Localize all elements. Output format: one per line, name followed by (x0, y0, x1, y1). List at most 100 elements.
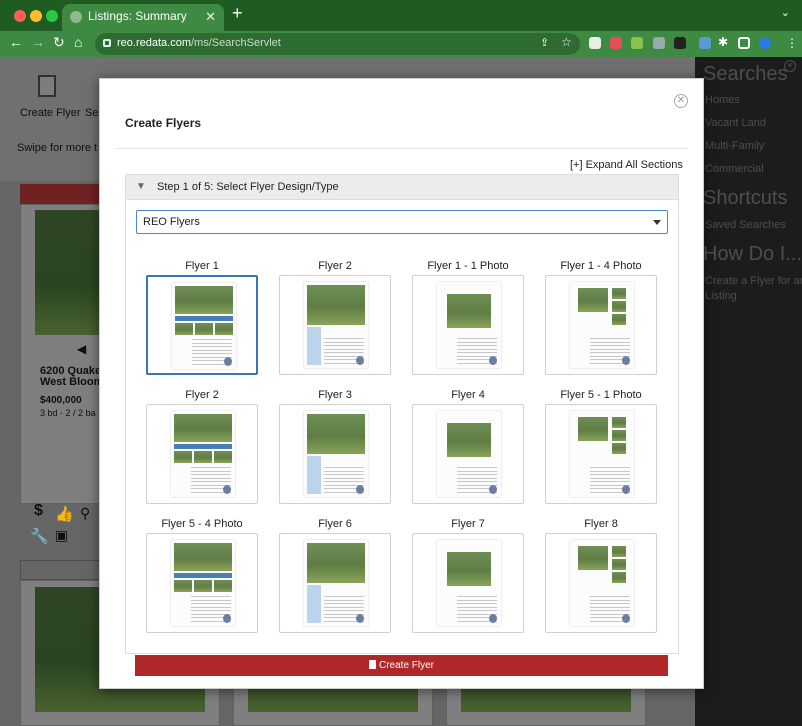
flyer-thumbnail[interactable] (279, 404, 391, 504)
flyer-thumbnail[interactable] (146, 533, 258, 633)
preview-text-line (457, 470, 497, 472)
preview-text-line (590, 474, 630, 475)
preview-text-line (457, 481, 497, 482)
flyer-thumbnail[interactable] (545, 275, 657, 375)
preview-text-line (457, 599, 497, 601)
bookmark-star-icon[interactable]: ☆ (561, 35, 573, 49)
flyer-label: Flyer 8 (584, 518, 618, 530)
step-header[interactable]: ▼ Step 1 of 5: Select Flyer Design/Type (126, 175, 678, 200)
flyer-preview (437, 411, 501, 497)
menu-dots-icon[interactable]: ⋮ (786, 36, 798, 50)
create-flyer-label: Create Flyer (378, 660, 434, 671)
profile-avatar[interactable] (759, 37, 771, 49)
flyer-thumbnail[interactable] (545, 533, 657, 633)
agent-photo (489, 614, 497, 623)
flyer-thumbnail[interactable] (412, 404, 524, 504)
agent-photo (356, 485, 364, 494)
preview-text-line (457, 606, 497, 608)
share-icon[interactable]: ⇪ (540, 36, 552, 49)
address-bar[interactable]: reo.redata.com/ms/SearchServlet (95, 33, 580, 55)
reload-icon[interactable]: ↻ (53, 34, 65, 51)
home-icon[interactable]: ⌂ (74, 34, 82, 50)
flyer-thumbnail[interactable] (146, 275, 258, 375)
preview-text-line (457, 341, 497, 343)
flyer-preview (570, 540, 634, 626)
tab-title: Listings: Summary (88, 9, 187, 23)
preview-text-line (324, 596, 364, 597)
expand-all-link[interactable]: [+] Expand All Sections (570, 159, 683, 171)
preview-text-line (191, 474, 231, 475)
preview-text-line (191, 470, 231, 472)
flyer-type-select[interactable]: REO Flyers (136, 210, 668, 234)
preview-text-line (324, 610, 364, 611)
preview-text-line (192, 349, 232, 351)
step-title: Step 1 of 5: Select Flyer Design/Type (157, 181, 339, 193)
preview-text-line (590, 481, 630, 482)
tools-extension-icon[interactable] (653, 37, 665, 49)
preview-text-line (324, 474, 364, 475)
preview-photo (174, 580, 192, 592)
pocket-extension-icon[interactable] (610, 37, 622, 49)
sidepanel-icon[interactable] (738, 37, 750, 49)
tab-search-icon[interactable]: ⌄ (781, 6, 790, 19)
preview-text-line (191, 596, 231, 597)
preview-text-line (590, 610, 630, 611)
preview-photo (612, 546, 626, 557)
agent-photo (356, 614, 364, 623)
preview-text-line (324, 345, 364, 346)
forward-icon[interactable]: → (31, 34, 45, 50)
url-host: reo.redata.com (117, 37, 191, 49)
flyer-thumbnail[interactable] (412, 275, 524, 375)
preview-text-line (590, 596, 630, 597)
preview-photo (578, 417, 608, 441)
preview-text-line (324, 606, 364, 608)
zoom-window-button[interactable] (46, 10, 58, 22)
preview-photo (612, 572, 626, 583)
flyer-label: Flyer 2 (185, 389, 219, 401)
flyer-thumbnail[interactable] (146, 404, 258, 504)
flyer-thumbnail[interactable] (412, 533, 524, 633)
create-flyer-button[interactable]: Create Flyer (135, 655, 668, 676)
flyer-thumbnail[interactable] (545, 404, 657, 504)
m-extension-icon[interactable] (674, 37, 686, 49)
browser-tab[interactable]: Listings: Summary ✕ (62, 4, 224, 31)
close-window-button[interactable] (14, 10, 26, 22)
flyer-preview (304, 540, 368, 626)
close-icon[interactable]: ✕ (674, 94, 688, 108)
new-tab-icon[interactable]: + (232, 3, 243, 24)
flyer-preview (304, 411, 368, 497)
browser-tab-bar: Listings: Summary ✕ + ⌄ (0, 0, 802, 31)
preview-photo (447, 294, 491, 328)
preview-text-line (590, 603, 630, 604)
flyer-preview (172, 283, 236, 369)
preview-photo (175, 286, 233, 314)
close-tab-icon[interactable]: ✕ (205, 4, 216, 29)
camera-extension-icon[interactable] (589, 37, 601, 49)
preview-text-line (590, 599, 630, 601)
preview-text-line (324, 467, 364, 468)
extension-icon-6[interactable] (699, 37, 711, 49)
back-icon[interactable]: ← (9, 34, 23, 50)
minimize-window-button[interactable] (30, 10, 42, 22)
flyer-preview (570, 282, 634, 368)
flyer-type-value: REO Flyers (143, 216, 200, 228)
modal-title: Create Flyers (125, 116, 202, 130)
preview-photo (612, 301, 626, 312)
preview-text-line (590, 341, 630, 343)
agent-photo (356, 356, 364, 365)
flyer-label: Flyer 1 - 1 Photo (427, 260, 509, 272)
url-path: /ms/SearchServlet (190, 37, 281, 49)
preview-band (174, 573, 232, 578)
preview-text-line (192, 342, 232, 344)
create-flyers-modal: ✕ Create Flyers [+] Expand All Sections … (99, 78, 704, 689)
flyer-label: Flyer 6 (318, 518, 352, 530)
flyer-thumbnail[interactable] (279, 275, 391, 375)
globe-icon (70, 11, 82, 23)
extension-icon-3[interactable] (631, 37, 643, 49)
preview-text-line (324, 603, 364, 604)
flyer-thumbnail[interactable] (279, 533, 391, 633)
browser-toolbar: ← → ↻ ⌂ reo.redata.com/ms/SearchServlet … (0, 31, 802, 57)
preview-text-line (590, 477, 630, 479)
preview-text-line (324, 352, 364, 353)
puzzle-icon[interactable]: ✱ (718, 35, 730, 49)
